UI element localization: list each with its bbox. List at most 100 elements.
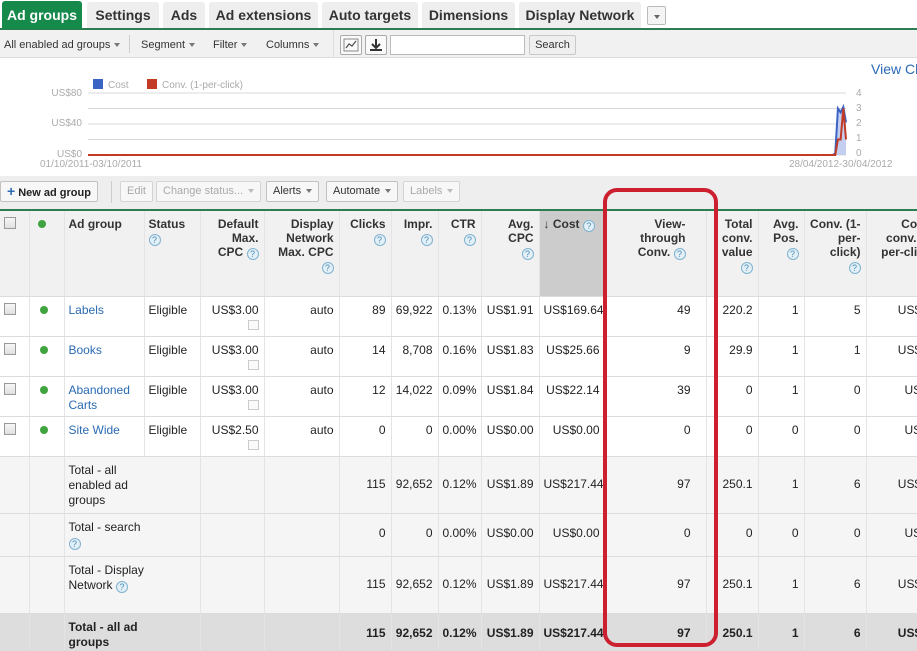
bid-simulator-icon[interactable] [247, 359, 259, 370]
row-checkbox[interactable] [4, 342, 16, 355]
edit-button[interactable]: Edit [120, 181, 153, 202]
enabled-status-icon[interactable] [39, 305, 48, 314]
row-checkbox[interactable] [4, 422, 16, 435]
column-header-conv-1pc[interactable]: Conv. (1-per-click)? [804, 211, 867, 297]
select-all-checkbox[interactable] [4, 217, 16, 229]
help-icon[interactable]: ? [321, 262, 334, 274]
default-max-cpc-cell[interactable]: US$2.50 [200, 416, 265, 457]
help-icon[interactable]: ? [68, 537, 81, 550]
total-impr-cell: 92,652 [391, 456, 439, 514]
tab-display-network[interactable]: Display Network [519, 2, 641, 28]
change-status-dropdown[interactable]: Change status... [156, 181, 262, 202]
default-max-cpc-cell[interactable]: US$3.00 [200, 376, 265, 417]
total-total-conv-value-cell: 250.1 [706, 613, 759, 651]
total-label-cell: Total - all enabled ad groups [64, 456, 201, 514]
bid-value[interactable]: US$3.00 [212, 343, 259, 357]
total-ctr-cell: 0.12% [438, 556, 482, 614]
automate-dropdown[interactable]: Automate [326, 181, 399, 202]
status-cell: Eligible [144, 376, 201, 417]
column-header-clicks[interactable]: Clicks? [339, 211, 392, 297]
bid-simulator-icon[interactable] [247, 439, 259, 450]
help-icon[interactable]: ? [521, 248, 534, 260]
default-max-cpc-cell[interactable]: US$3.00 [200, 336, 265, 377]
ad-group-link[interactable]: Books [69, 343, 102, 357]
column-header-default-max-cpc[interactable]: Default Max. CPC ? [200, 211, 265, 297]
columns-dropdown[interactable]: Columns [266, 39, 320, 51]
tab-ad-extensions[interactable]: Ad extensions [209, 2, 318, 28]
column-header-impr[interactable]: Impr.? [391, 211, 439, 297]
help-icon[interactable]: ? [848, 262, 861, 274]
default-max-cpc-cell[interactable]: US$3.00 [200, 296, 265, 337]
help-icon[interactable]: ? [420, 234, 433, 246]
columns-label: Columns [266, 39, 310, 51]
bid-value[interactable]: US$3.00 [212, 383, 259, 397]
help-icon[interactable]: ? [373, 234, 386, 246]
cost-conv-cell: US$25 [866, 336, 917, 377]
search-button[interactable]: Search [529, 35, 576, 55]
ad-group-cell: Site Wide [64, 416, 145, 457]
help-icon[interactable]: ? [148, 234, 161, 246]
conv-1pc-cell: 0 [804, 416, 867, 457]
labels-dropdown[interactable]: Labels [403, 181, 461, 202]
enabled-status-icon[interactable] [39, 385, 48, 394]
new-ad-group-button[interactable]: + New ad group [0, 181, 98, 202]
clicks-cell: 0 [339, 416, 392, 457]
toggle-chart-button[interactable] [340, 35, 362, 55]
ad-group-link[interactable]: Abandoned Carts [69, 383, 130, 412]
download-button[interactable] [365, 35, 387, 55]
cost-series-line [88, 103, 847, 156]
help-icon[interactable]: ? [673, 248, 686, 260]
bid-simulator-icon[interactable] [247, 319, 259, 330]
ad-group-link[interactable]: Labels [69, 303, 104, 317]
column-header-ctr[interactable]: CTR? [438, 211, 482, 297]
help-icon[interactable]: ? [786, 248, 799, 260]
status-cell: Eligible [144, 416, 201, 457]
search-input[interactable] [390, 35, 525, 55]
row-checkbox[interactable] [4, 382, 16, 395]
filter-dropdown[interactable]: Filter [213, 39, 248, 51]
bid-value[interactable]: US$2.50 [212, 423, 259, 437]
labels-label: Labels [410, 185, 443, 197]
column-header-avg-cpc[interactable]: Avg. CPC? [481, 211, 540, 297]
column-header-avg-pos[interactable]: Avg. Pos.? [758, 211, 805, 297]
tab-ads[interactable]: Ads [163, 2, 205, 28]
column-header-cost-conv[interactable]: Cost / conv. (1-per-click) [866, 211, 917, 297]
tab-settings[interactable]: Settings [87, 2, 159, 28]
bid-simulator-icon[interactable] [247, 399, 259, 410]
column-header-display-max-cpc[interactable]: Display Network Max. CPC? [264, 211, 340, 297]
help-icon[interactable]: ? [740, 262, 753, 274]
column-header-cost[interactable]: ↓ Cost ? [539, 211, 606, 297]
help-icon[interactable]: ? [115, 580, 128, 593]
empty-cell [200, 513, 265, 557]
status-dot-icon [37, 220, 46, 228]
more-tabs-dropdown[interactable] [647, 6, 666, 25]
total-ctr-cell: 0.00% [438, 513, 482, 557]
alerts-dropdown[interactable]: Alerts [266, 181, 320, 202]
help-icon[interactable]: ? [582, 220, 595, 232]
segment-dropdown[interactable]: Segment [141, 39, 196, 51]
total-conv-1pc-cell: 6 [804, 456, 867, 514]
column-header-total-conv-value[interactable]: Total conv. value? [706, 211, 759, 297]
tab-auto-targets[interactable]: Auto targets [322, 2, 418, 28]
total-total-conv-value-cell: 0 [706, 513, 759, 557]
row-checkbox-cell [0, 416, 30, 457]
enabled-status-icon[interactable] [39, 345, 48, 354]
cost-cell: US$25.66 [539, 336, 606, 377]
empty-cell [29, 513, 65, 557]
column-header-status[interactable]: Status? [144, 211, 201, 297]
display-max-cpc-cell: auto [264, 376, 340, 417]
ad-group-link[interactable]: Site Wide [69, 423, 120, 437]
column-header-view-through-conv[interactable]: View-through Conv. ? [605, 211, 707, 297]
column-header-ad-group[interactable]: Ad group [64, 211, 145, 297]
enabled-status-icon[interactable] [39, 425, 48, 434]
total-label-cell: Total - search ? [64, 513, 201, 557]
bid-value[interactable]: US$3.00 [212, 303, 259, 317]
view-filter-dropdown[interactable]: All enabled ad groups [4, 39, 121, 51]
empty-cell [264, 613, 340, 651]
help-icon[interactable]: ? [463, 234, 476, 246]
column-label: Avg. Pos. [772, 217, 799, 245]
help-icon[interactable]: ? [246, 248, 259, 260]
tab-dimensions[interactable]: Dimensions [422, 2, 515, 28]
row-checkbox[interactable] [4, 302, 16, 315]
tab-ad-groups[interactable]: Ad groups [2, 1, 82, 29]
